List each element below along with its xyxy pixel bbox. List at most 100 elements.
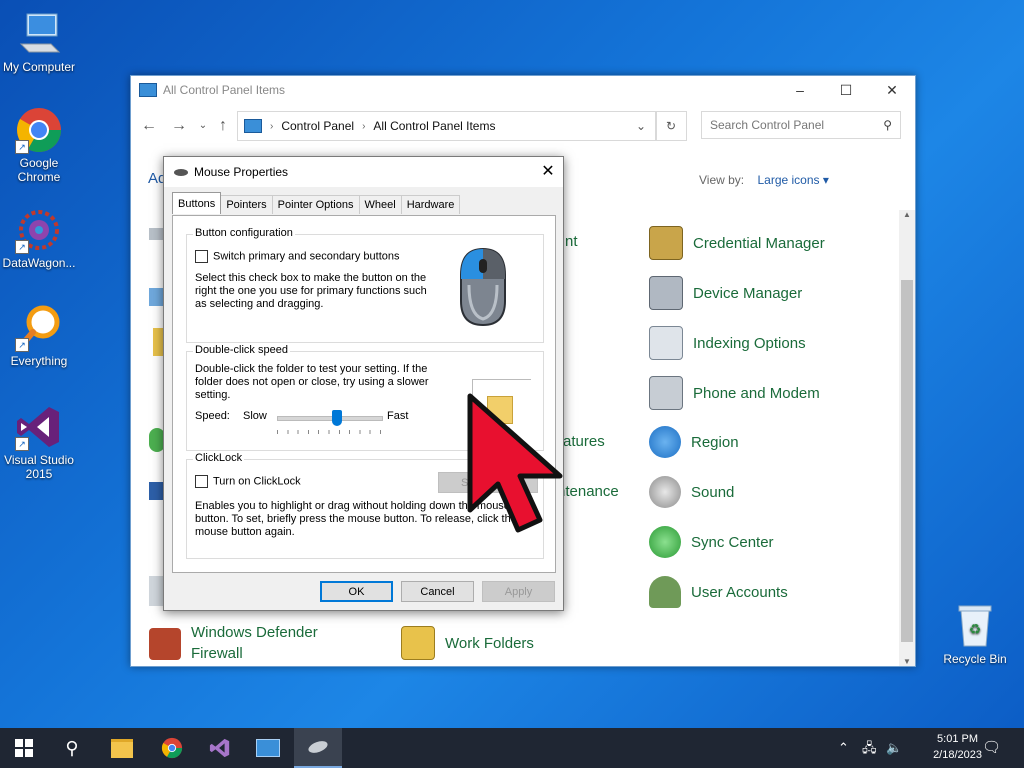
show-hidden-icons-chevron-icon[interactable]: ⌃ (838, 728, 849, 768)
large-red-mouse-cursor-icon (466, 392, 566, 537)
notifications-icon[interactable]: 🗨 (982, 728, 1001, 768)
work-folders-icon (401, 626, 435, 660)
cp-item-sound[interactable]: Sound (649, 476, 734, 508)
control-panel-icon (139, 83, 157, 97)
navigation-bar: ← → ⌄ ↑ › Control Panel › All Control Pa… (131, 110, 915, 142)
cp-item-indexing-options[interactable]: Indexing Options (649, 326, 806, 360)
search-icon: ⚲ (883, 118, 892, 132)
desktop-icon-label: Visual Studio 2015 (4, 453, 74, 481)
desktop-icon-datawagon[interactable]: ↗ DataWagon... (1, 206, 77, 270)
tab-pointers[interactable]: Pointers (220, 195, 273, 214)
tab-wheel[interactable]: Wheel (358, 195, 402, 214)
address-dropdown-icon[interactable]: ⌄ (636, 119, 646, 133)
search-input[interactable]: Search Control Panel ⚲ (701, 111, 901, 139)
close-button[interactable]: ✕ (869, 76, 915, 104)
scroll-down-icon[interactable]: ▼ (899, 657, 915, 666)
dialog-close-button[interactable]: ✕ (533, 157, 563, 187)
file-explorer-taskbar-icon[interactable] (98, 728, 146, 768)
cp-item-work-folders[interactable]: Work Folders (401, 626, 534, 660)
system-clock[interactable]: 5:01 PM 2/18/2023 (933, 731, 982, 763)
maximize-button[interactable]: ☐ (823, 76, 869, 104)
scroll-up-icon[interactable]: ▲ (899, 210, 915, 219)
shortcut-arrow-icon: ↗ (15, 437, 29, 451)
cp-item-phone-modem[interactable]: Phone and Modem (649, 376, 820, 410)
slider-thumb[interactable] (331, 410, 342, 426)
indexing-options-icon (649, 326, 683, 360)
dialog-title-bar: Mouse Properties (164, 157, 563, 187)
desktop-icon-my-computer[interactable]: My Computer (1, 10, 77, 74)
phone-modem-icon (649, 376, 683, 410)
back-arrow-icon[interactable]: ← (139, 116, 159, 136)
partially-hidden-item-label[interactable]: atures (563, 433, 605, 450)
tab-buttons[interactable]: Buttons (172, 192, 222, 214)
slider-track (277, 416, 383, 421)
desktop-icon-label: My Computer (2, 60, 76, 74)
desktop-icon-label: DataWagon... (2, 256, 76, 270)
window-title: All Control Panel Items (163, 83, 286, 97)
breadcrumb-separator: › (270, 120, 274, 132)
cp-item-user-accounts[interactable]: User Accounts (649, 576, 788, 608)
breadcrumb-separator: › (362, 120, 366, 132)
slow-label: Slow (243, 410, 267, 422)
up-arrow-icon[interactable]: ↑ (213, 116, 233, 136)
forward-arrow-icon[interactable]: → (169, 116, 189, 136)
vertical-scrollbar[interactable]: ▲ ▼ (899, 210, 915, 666)
datawagon-icon: ↗ (15, 206, 63, 254)
breadcrumb-control-panel[interactable]: Control Panel (281, 119, 354, 133)
breadcrumb-all-items[interactable]: All Control Panel Items (373, 119, 495, 133)
firewall-icon (149, 628, 181, 660)
checkbox[interactable] (195, 475, 208, 488)
chrome-icon: ↗ (15, 106, 63, 154)
recent-chevron-icon[interactable]: ⌄ (193, 116, 213, 136)
user-accounts-icon (649, 576, 681, 608)
network-icon[interactable]: 🖧 (862, 728, 877, 768)
minimize-button[interactable]: – (777, 76, 823, 104)
svg-text:♻: ♻ (969, 621, 982, 637)
ok-button[interactable]: OK (320, 581, 393, 602)
desktop-icon-everything[interactable]: ↗ Everything (1, 304, 77, 368)
partially-hidden-item-label[interactable]: nt (565, 233, 578, 250)
scrollbar-thumb[interactable] (901, 280, 913, 642)
refresh-icon[interactable]: ↻ (655, 111, 687, 141)
group-label: Double-click speed (193, 344, 290, 356)
group-label: Button configuration (193, 227, 295, 239)
partially-hidden-item-label[interactable]: ntenance (557, 483, 619, 500)
button-configuration-group: Button configuration Switch primary and … (186, 227, 544, 343)
double-click-description: Double-click the folder to test your set… (195, 363, 429, 401)
recycle-bin-icon: ♻ (951, 602, 999, 650)
cp-item-device-manager[interactable]: Device Manager (649, 276, 802, 310)
cp-item-windows-firewall[interactable]: Windows Defender Firewall (149, 622, 341, 664)
volume-icon[interactable]: 🔈 (886, 728, 902, 768)
apply-button[interactable]: Apply (482, 581, 555, 602)
checkbox[interactable] (195, 250, 208, 263)
tab-pointer-options[interactable]: Pointer Options (271, 195, 360, 214)
desktop-icon-google-chrome[interactable]: ↗ Google Chrome (1, 106, 77, 184)
control-panel-taskbar-icon[interactable] (244, 728, 292, 768)
visual-studio-taskbar-icon[interactable] (196, 728, 244, 768)
chrome-taskbar-icon[interactable] (148, 728, 196, 768)
shortcut-arrow-icon: ↗ (15, 338, 29, 352)
search-taskbar-icon[interactable]: ⚲ (48, 728, 96, 768)
view-by-dropdown[interactable]: Large icons ▾ (757, 173, 828, 187)
cp-item-region[interactable]: Region (649, 426, 739, 458)
view-by-label: View by: (699, 173, 745, 187)
switch-buttons-checkbox[interactable]: Switch primary and secondary buttons (195, 250, 399, 263)
slider-ticks (277, 430, 381, 434)
double-click-speed-slider[interactable] (277, 410, 383, 438)
desktop-icon-visual-studio[interactable]: ↗ Visual Studio 2015 (1, 403, 77, 481)
cp-item-credential-manager[interactable]: Credential Manager (649, 226, 825, 260)
cancel-button[interactable]: Cancel (401, 581, 474, 602)
taskbar: ⚲ ⌃ 🖧 🔈 5:01 PM 2/18/2023 🗨 (0, 728, 1024, 768)
windows-logo-icon (15, 739, 33, 757)
desktop-icon-recycle-bin[interactable]: ♻ Recycle Bin (937, 602, 1013, 666)
clock-time: 5:01 PM (937, 733, 979, 745)
address-bar[interactable]: › Control Panel › All Control Panel Item… (237, 111, 657, 141)
desktop-icon-label: Google Chrome (17, 156, 61, 184)
tab-hardware[interactable]: Hardware (400, 195, 461, 214)
cp-item-sync-center[interactable]: Sync Center (649, 526, 774, 558)
mouse-properties-taskbar-icon[interactable] (294, 728, 342, 768)
credential-manager-icon (649, 226, 683, 260)
start-button[interactable] (0, 728, 48, 768)
clicklock-checkbox[interactable]: Turn on ClickLock (195, 475, 301, 488)
speed-label: Speed: (195, 410, 230, 422)
